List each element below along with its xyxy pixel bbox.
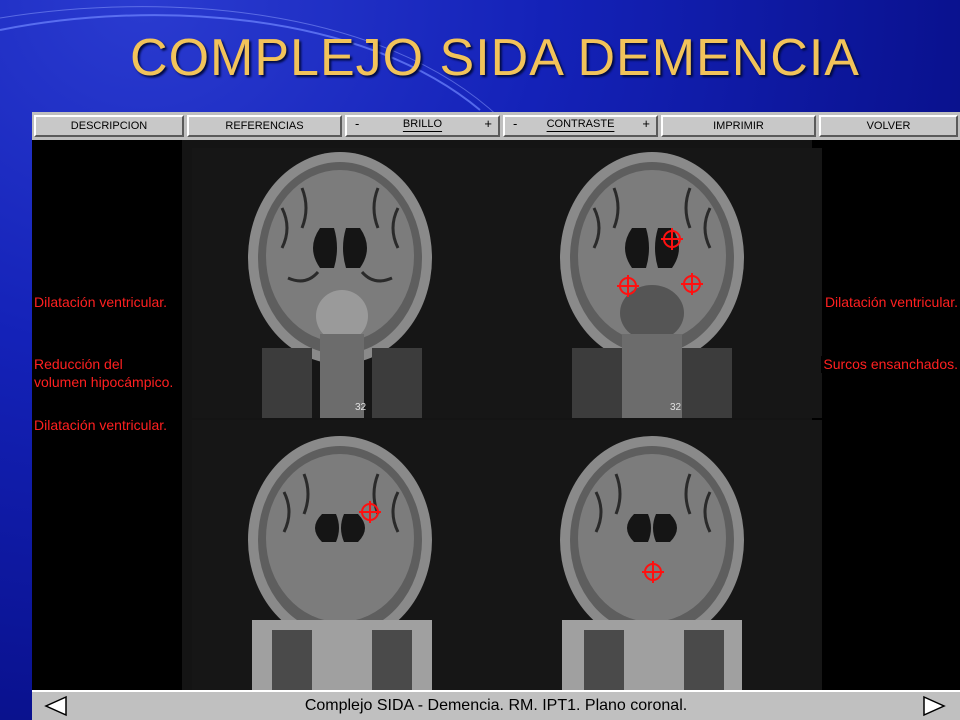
- referencias-button[interactable]: REFERENCIAS: [187, 115, 342, 137]
- mri-scan-top-right: 32: [502, 148, 822, 418]
- volver-button[interactable]: VOLVER: [819, 115, 958, 137]
- annotation-left-4: Dilatación ventricular.: [32, 417, 170, 434]
- mri-scan-bottom-right: [502, 420, 822, 690]
- image-viewer-app: DESCRIPCION REFERENCIAS - BRILLO + - CON…: [32, 112, 960, 720]
- image-caption: Complejo SIDA - Demencia. RM. IPT1. Plan…: [304, 697, 688, 714]
- descripcion-label: DESCRIPCION: [70, 120, 148, 132]
- image-area: 32 32 Dilatación ventricular. Reducción …: [32, 140, 960, 690]
- annotation-left-1: Dilatación ventricular.: [32, 294, 170, 311]
- contraste-control[interactable]: - CONTRASTE +: [503, 115, 658, 137]
- scan-number-label: 32: [355, 402, 367, 413]
- mri-scan-top-left: 32: [192, 148, 512, 418]
- brillo-control[interactable]: - BRILLO +: [345, 115, 500, 137]
- navigation-bar: Complejo SIDA - Demencia. RM. IPT1. Plan…: [32, 690, 960, 720]
- brillo-minus-button[interactable]: -: [355, 117, 359, 131]
- annotation-left-2: Reducción del: [32, 356, 125, 373]
- contraste-label: CONTRASTE: [546, 118, 615, 130]
- slide-title: COMPLEJO SIDA DEMENCIA: [130, 29, 860, 87]
- imprimir-label: IMPRIMIR: [713, 120, 764, 132]
- annotation-right-1: Dilatación ventricular.: [822, 294, 960, 311]
- contraste-minus-button[interactable]: -: [513, 117, 517, 131]
- next-arrow-icon[interactable]: [922, 695, 946, 717]
- mri-scan-bottom-left: [192, 420, 512, 690]
- brillo-label: BRILLO: [402, 118, 443, 130]
- referencias-label: REFERENCIAS: [225, 120, 304, 132]
- contraste-plus-button[interactable]: +: [642, 117, 650, 131]
- scan-number-label: 32: [670, 402, 682, 413]
- annotation-right-2: Surcos ensanchados.: [821, 356, 960, 373]
- volver-label: VOLVER: [866, 120, 911, 132]
- brillo-plus-button[interactable]: +: [484, 117, 492, 131]
- imprimir-button[interactable]: IMPRIMIR: [661, 115, 816, 137]
- annotation-left-3: volumen hipocámpico.: [32, 374, 176, 391]
- descripcion-button[interactable]: DESCRIPCION: [34, 115, 184, 137]
- toolbar: DESCRIPCION REFERENCIAS - BRILLO + - CON…: [32, 112, 960, 141]
- previous-arrow-icon[interactable]: [44, 695, 68, 717]
